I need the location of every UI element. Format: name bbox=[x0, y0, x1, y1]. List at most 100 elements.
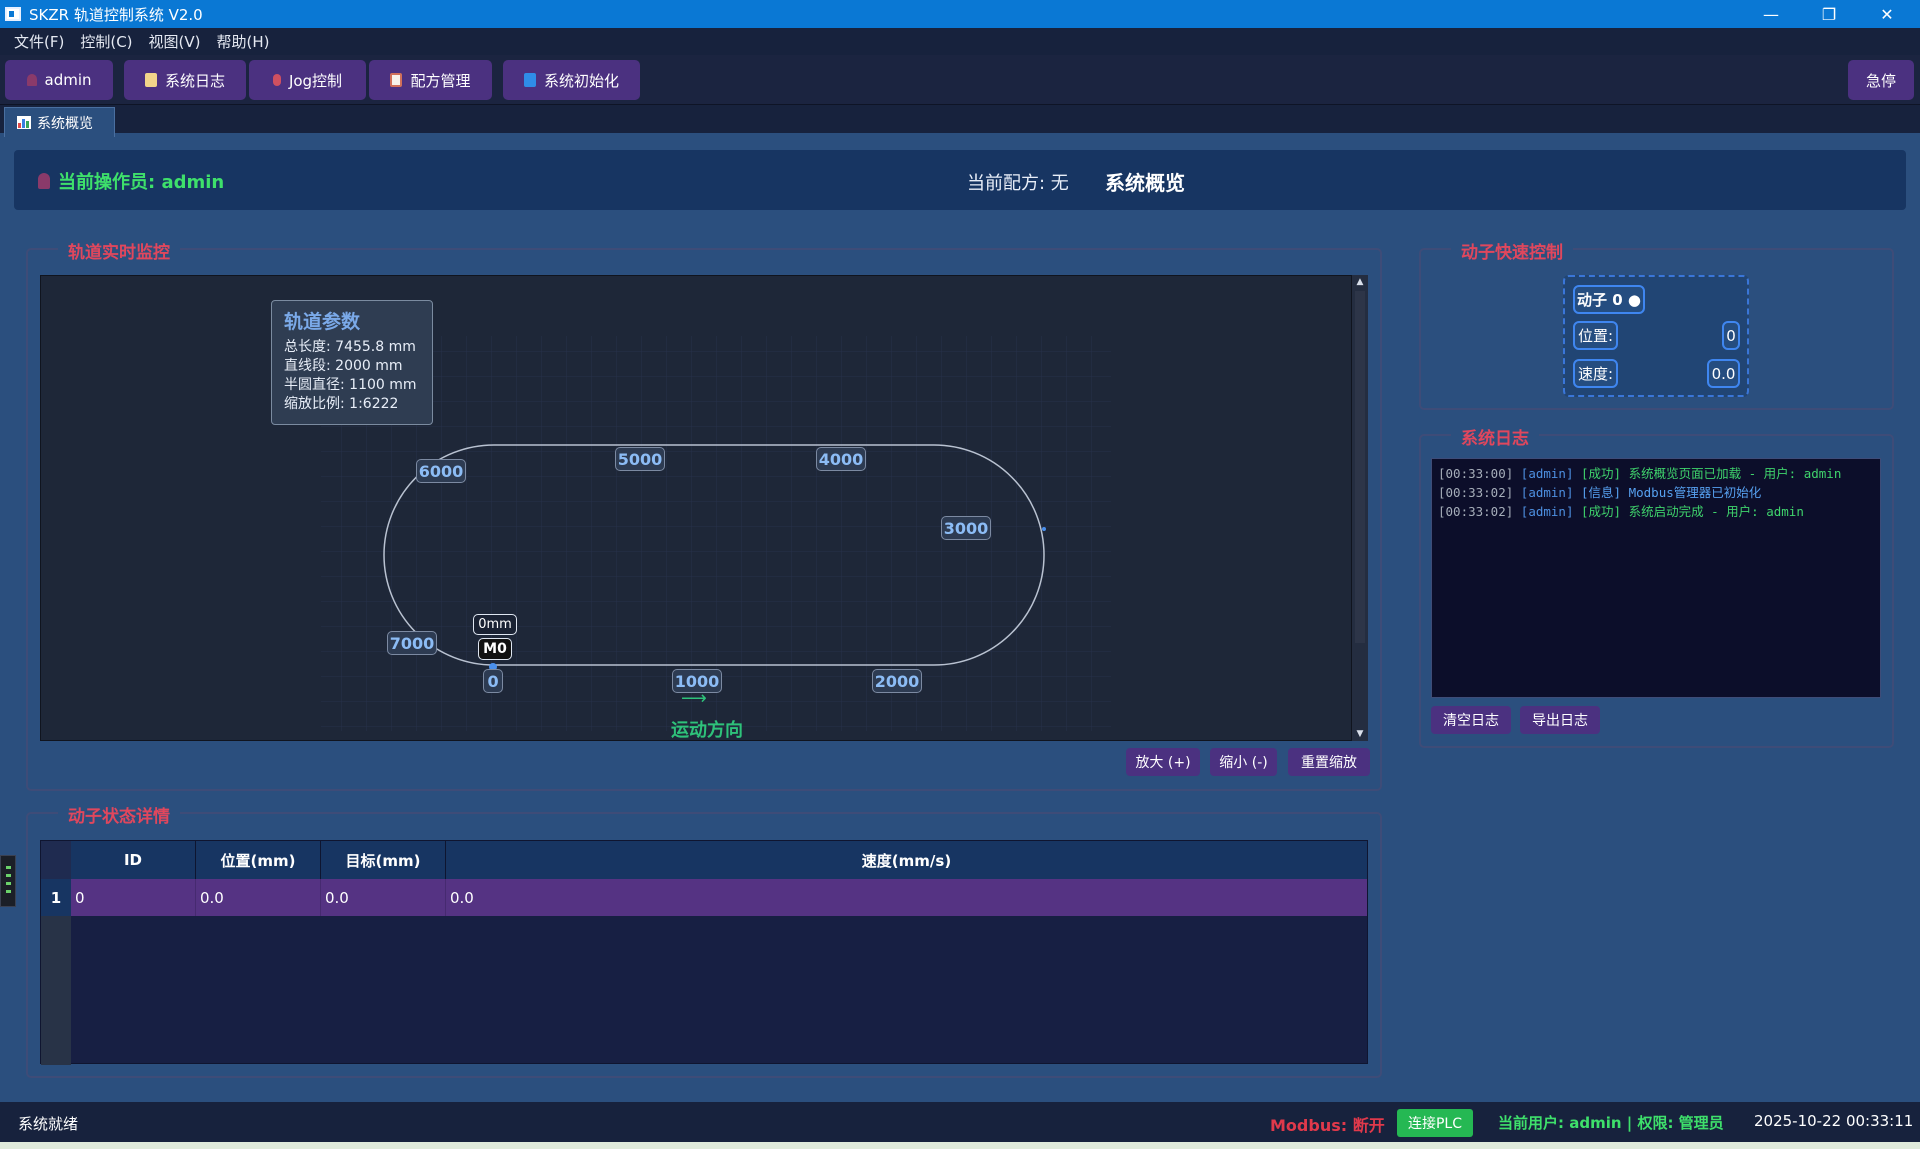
speed-label: 速度: bbox=[1573, 359, 1618, 388]
mover-id-label[interactable]: M0 bbox=[478, 638, 512, 660]
position-label-3000: 3000 bbox=[941, 516, 991, 540]
current-operator: 当前操作员: admin bbox=[38, 168, 224, 194]
scroll-thumb[interactable] bbox=[1355, 291, 1365, 643]
document-icon bbox=[390, 73, 403, 87]
page-title: 系统概览 bbox=[1105, 171, 1185, 195]
close-button[interactable]: ✕ bbox=[1858, 0, 1916, 28]
menu-file[interactable]: 文件(F) bbox=[6, 31, 72, 52]
scroll-up-icon[interactable]: ▲ bbox=[1352, 275, 1368, 289]
emergency-stop-label: 急停 bbox=[1865, 71, 1896, 90]
jog-control-button[interactable]: Jog控制 bbox=[249, 60, 366, 100]
track-view[interactable]: 轨道参数 总长度: 7455.8 mm 直线段: 2000 mm 半圆直径: 1… bbox=[40, 275, 1352, 741]
log-time: [00:33:02] bbox=[1438, 485, 1514, 500]
log-user: [admin] bbox=[1520, 504, 1574, 519]
quick-control-title: 动子快速控制 bbox=[1451, 238, 1573, 263]
table-row[interactable]: 0 0.0 0.0 0.0 bbox=[71, 879, 1367, 916]
param-straight-length: 直线段: 2000 mm bbox=[284, 358, 403, 374]
row-header[interactable]: 1 bbox=[41, 879, 71, 916]
mover-status-title: 动子状态详情 bbox=[58, 802, 180, 827]
toolbar: admin 系统日志 Jog控制 配方管理 系统初始化 急停 bbox=[0, 55, 1920, 105]
log-entry: [00:33:02] [admin] [成功] 系统启动完成 - 用户: adm… bbox=[1438, 502, 1874, 521]
system-log-button-label: 系统日志 bbox=[164, 71, 225, 90]
connect-plc-button[interactable]: 连接PLC bbox=[1397, 1109, 1473, 1137]
position-label-5000: 5000 bbox=[615, 447, 665, 471]
log-time: [00:33:00] bbox=[1438, 466, 1514, 481]
current-recipe: 当前配方: 无 bbox=[967, 173, 1069, 194]
position-label-0: 0 bbox=[483, 669, 503, 693]
track-point bbox=[1042, 527, 1046, 531]
position-label-6000: 6000 bbox=[416, 459, 466, 483]
window-title: SKZR 轨道控制系统 V2.0 bbox=[29, 5, 203, 24]
track-params-title: 轨道参数 bbox=[284, 311, 361, 333]
user-icon bbox=[38, 173, 50, 189]
tab-overview[interactable]: 系统概览 bbox=[4, 107, 115, 137]
column-target[interactable]: 目标(mm) bbox=[321, 841, 446, 879]
tab-strip: 系统概览 bbox=[0, 105, 1920, 137]
column-speed[interactable]: 速度(mm/s) bbox=[446, 841, 1367, 879]
direction-label: 运动方向 bbox=[671, 720, 743, 741]
datetime: 2025-10-22 00:33:11 bbox=[1754, 1112, 1914, 1130]
position-label-4000: 4000 bbox=[816, 447, 866, 471]
export-log-button[interactable]: 导出日志 bbox=[1520, 706, 1600, 734]
tab-overview-label: 系统概览 bbox=[37, 115, 93, 132]
log-message: [成功] 系统启动完成 - 用户: admin bbox=[1581, 504, 1804, 519]
user-button[interactable]: admin bbox=[5, 60, 113, 100]
position-label-2000: 2000 bbox=[872, 669, 922, 693]
menu-bar: 文件(F) 控制(C) 视图(V) 帮助(H) bbox=[0, 28, 1920, 55]
system-log-button[interactable]: 系统日志 bbox=[124, 60, 246, 100]
app-icon bbox=[5, 7, 21, 21]
system-log-title: 系统日志 bbox=[1451, 424, 1539, 449]
mover-card: 动子 0 ● 位置: 0 速度: 0.0 bbox=[1563, 275, 1749, 397]
system-init-button[interactable]: 系统初始化 bbox=[503, 60, 640, 100]
zoom-out-button[interactable]: 缩小 (-) bbox=[1210, 748, 1277, 776]
speed-value: 0.0 bbox=[1707, 359, 1740, 388]
mover-position-label: 0mm bbox=[473, 614, 517, 635]
user-info: 当前用户: admin | 权限: 管理员 bbox=[1498, 1114, 1724, 1132]
side-indicator-widget[interactable] bbox=[0, 855, 16, 907]
user-icon bbox=[26, 74, 37, 86]
joystick-icon bbox=[272, 74, 281, 86]
cell-id[interactable]: 0 bbox=[71, 879, 196, 916]
chart-icon bbox=[17, 116, 31, 129]
system-init-button-label: 系统初始化 bbox=[543, 71, 619, 90]
bottom-strip bbox=[0, 1142, 1920, 1149]
clipboard-icon bbox=[144, 73, 157, 87]
column-position[interactable]: 位置(mm) bbox=[196, 841, 321, 879]
log-view[interactable]: [00:33:00] [admin] [成功] 系统概览页面已加载 - 用户: … bbox=[1431, 458, 1881, 698]
mover-select-button[interactable]: 动子 0 ● bbox=[1573, 285, 1645, 314]
param-semicircle-diameter: 半圆直径: 1100 mm bbox=[284, 377, 417, 393]
mover-table: ID 位置(mm) 目标(mm) 速度(mm/s) 1 0 0.0 0.0 0.… bbox=[40, 840, 1368, 1065]
table-corner[interactable] bbox=[41, 841, 71, 879]
clear-log-button[interactable]: 清空日志 bbox=[1431, 706, 1511, 734]
menu-view[interactable]: 视图(V) bbox=[141, 31, 209, 52]
param-total-length: 总长度: 7455.8 mm bbox=[284, 339, 416, 355]
recipe-management-button[interactable]: 配方管理 bbox=[369, 60, 492, 100]
emergency-stop-button[interactable]: 急停 bbox=[1848, 60, 1914, 100]
user-button-label: admin bbox=[44, 71, 92, 89]
cell-target[interactable]: 0.0 bbox=[321, 879, 446, 916]
modbus-status: Modbus: 断开 bbox=[1270, 1116, 1385, 1135]
track-params-box: 轨道参数 总长度: 7455.8 mm 直线段: 2000 mm 半圆直径: 1… bbox=[271, 300, 433, 425]
menu-control[interactable]: 控制(C) bbox=[72, 31, 140, 52]
menu-help[interactable]: 帮助(H) bbox=[209, 31, 278, 52]
refresh-icon bbox=[523, 73, 536, 87]
column-id[interactable]: ID bbox=[71, 841, 196, 879]
minimize-button[interactable]: — bbox=[1742, 0, 1800, 28]
scroll-down-icon[interactable]: ▼ bbox=[1352, 727, 1368, 741]
zoom-in-button[interactable]: 放大 (+) bbox=[1126, 748, 1200, 776]
direction-arrow-icon: ⟶ bbox=[681, 688, 707, 709]
track-scrollbar[interactable]: ▲ ▼ bbox=[1352, 275, 1368, 741]
header-panel: 当前操作员: admin 当前配方: 无 系统概览 bbox=[14, 150, 1906, 210]
status-bar: 系统就绪 Modbus: 断开 连接PLC 当前用户: admin | 权限: … bbox=[0, 1102, 1920, 1142]
track-monitor-title: 轨道实时监控 bbox=[58, 238, 180, 263]
restore-button[interactable]: ❐ bbox=[1800, 0, 1858, 28]
cell-speed[interactable]: 0.0 bbox=[446, 879, 1367, 916]
log-message: [信息] Modbus管理器已初始化 bbox=[1581, 485, 1762, 500]
cell-position[interactable]: 0.0 bbox=[196, 879, 321, 916]
log-message: [成功] 系统概览页面已加载 - 用户: admin bbox=[1581, 466, 1842, 481]
recipe-management-button-label: 配方管理 bbox=[410, 71, 471, 90]
log-user: [admin] bbox=[1520, 485, 1574, 500]
zoom-reset-button[interactable]: 重置缩放 bbox=[1288, 748, 1370, 776]
current-operator-label: 当前操作员: admin bbox=[58, 172, 225, 193]
position-label-7000: 7000 bbox=[387, 631, 437, 655]
